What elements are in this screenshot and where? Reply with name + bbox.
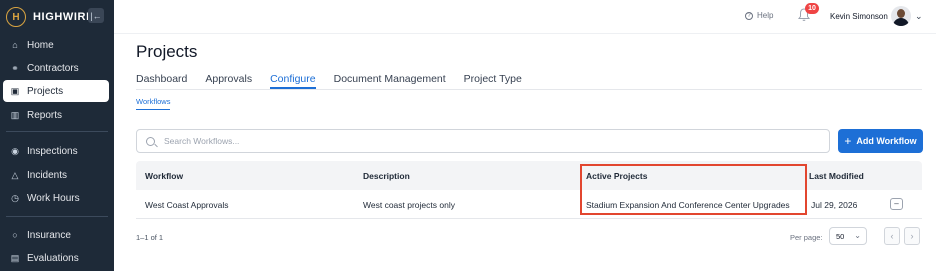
collapse-sidebar-button[interactable]: |← [88,8,104,23]
chevron-right-icon: › [910,231,914,241]
workflows-table: Workflow Description Active Projects Las… [136,161,922,219]
avatar[interactable] [891,6,911,26]
user-name[interactable]: Kevin Simonson [830,12,888,21]
tab-bar: Dashboard Approvals Configure Document M… [136,73,540,89]
tab-document-management[interactable]: Document Management [334,73,446,89]
brand[interactable]: H HIGHWIRE [6,6,94,28]
tab-project-type[interactable]: Project Type [464,73,522,89]
contractors-icon: ⚭ [11,62,19,73]
brand-name: HIGHWIRE [33,11,95,23]
add-workflow-button[interactable]: + Add Workflow [838,129,923,153]
tab-dashboard[interactable]: Dashboard [136,73,187,89]
evaluations-icon: ▤ [10,252,20,263]
page-title: Projects [136,42,198,61]
sidebar-divider [6,216,108,217]
tab-configure[interactable]: Configure [270,73,316,89]
prev-page-button[interactable]: ‹ [884,227,900,245]
avatar-head [897,9,905,18]
sidebar-divider [6,131,108,132]
sidebar-item-insurance[interactable]: ○ Insurance [3,224,109,246]
sidebar-item-work-hours[interactable]: ◷ Work Hours [3,187,109,209]
sidebar-item-label: Work Hours [27,192,80,204]
sidebar-item-projects[interactable]: ▣ Projects [3,80,109,102]
sidebar-item-label: Evaluations [27,252,79,264]
chevron-down-icon: ⌄ [854,231,861,240]
avatar-body [893,18,909,26]
sidebar-item-label: Projects [27,85,64,97]
plus-icon: + [844,134,852,148]
sidebar-item-label: Inspections [27,145,78,157]
help-link[interactable]: ? Help [745,11,773,20]
cell-last-modified: Jul 29, 2026 [811,199,858,210]
reports-icon: ▥ [10,109,20,120]
table-header: Workflow Description Active Projects Las… [136,161,922,190]
per-page-label: Per page: [790,233,823,242]
sidebar-item-label: Contractors [27,62,79,74]
search-icon [146,136,155,146]
chevron-left-icon: ‹ [890,231,894,241]
tab-approvals[interactable]: Approvals [205,73,252,89]
inspections-icon: ◉ [11,145,19,156]
column-header-active-projects[interactable]: Active Projects [586,161,647,190]
tab-divider [136,89,922,90]
pagination-range: 1–1 of 1 [136,233,164,242]
chevron-down-icon[interactable]: ⌄ [915,11,923,22]
cell-description: West coast projects only [363,199,455,210]
row-actions-button[interactable]: – [890,198,903,210]
sidebar-item-incidents[interactable]: △ Incidents [3,164,109,186]
home-icon: ⌂ [12,40,18,50]
sidebar-item-label: Home [27,39,54,51]
sidebar-item-label: Incidents [27,169,68,181]
highwire-logo-icon: H [6,7,26,27]
sidebar-item-label: Reports [27,109,63,121]
clock-icon: ◷ [11,192,19,203]
cell-workflow[interactable]: West Coast Approvals [145,190,228,219]
column-header-last-modified[interactable]: Last Modified [809,161,864,190]
notification-badge: 10 [805,3,819,14]
sidebar-item-label: Insurance [27,229,71,241]
sidebar: H HIGHWIRE |← ⌂ Home ⚭ Contractors ▣ Pro… [0,0,114,271]
help-icon: ? [745,11,753,20]
projects-icon: ▣ [10,85,20,96]
sidebar-item-evaluations[interactable]: ▤ Evaluations [3,247,109,269]
sidebar-item-contractors[interactable]: ⚭ Contractors [3,57,109,79]
minus-icon: – [894,199,899,208]
subtab-workflows[interactable]: Workflows [136,97,171,110]
sidebar-item-home[interactable]: ⌂ Home [3,34,109,56]
search-input[interactable] [164,136,764,146]
sidebar-item-reports[interactable]: ▥ Reports [3,104,109,126]
table-row[interactable]: West Coast Approvals West coast projects… [136,190,922,219]
column-header-workflow[interactable]: Workflow [145,161,183,190]
column-header-description[interactable]: Description [363,161,410,190]
next-page-button[interactable]: › [904,227,920,245]
insurance-icon: ○ [12,230,18,240]
collapse-icon: |← [90,10,102,21]
per-page-select[interactable]: 50 ⌄ [829,227,867,245]
sidebar-item-inspections[interactable]: ◉ Inspections [3,140,109,162]
add-workflow-label: Add Workflow [856,136,917,146]
cell-active-projects: Stadium Expansion And Conference Center … [586,199,790,210]
per-page-value: 50 [836,231,845,241]
incidents-icon: △ [11,169,19,180]
search-bar[interactable] [136,129,830,153]
help-label: Help [757,11,774,20]
